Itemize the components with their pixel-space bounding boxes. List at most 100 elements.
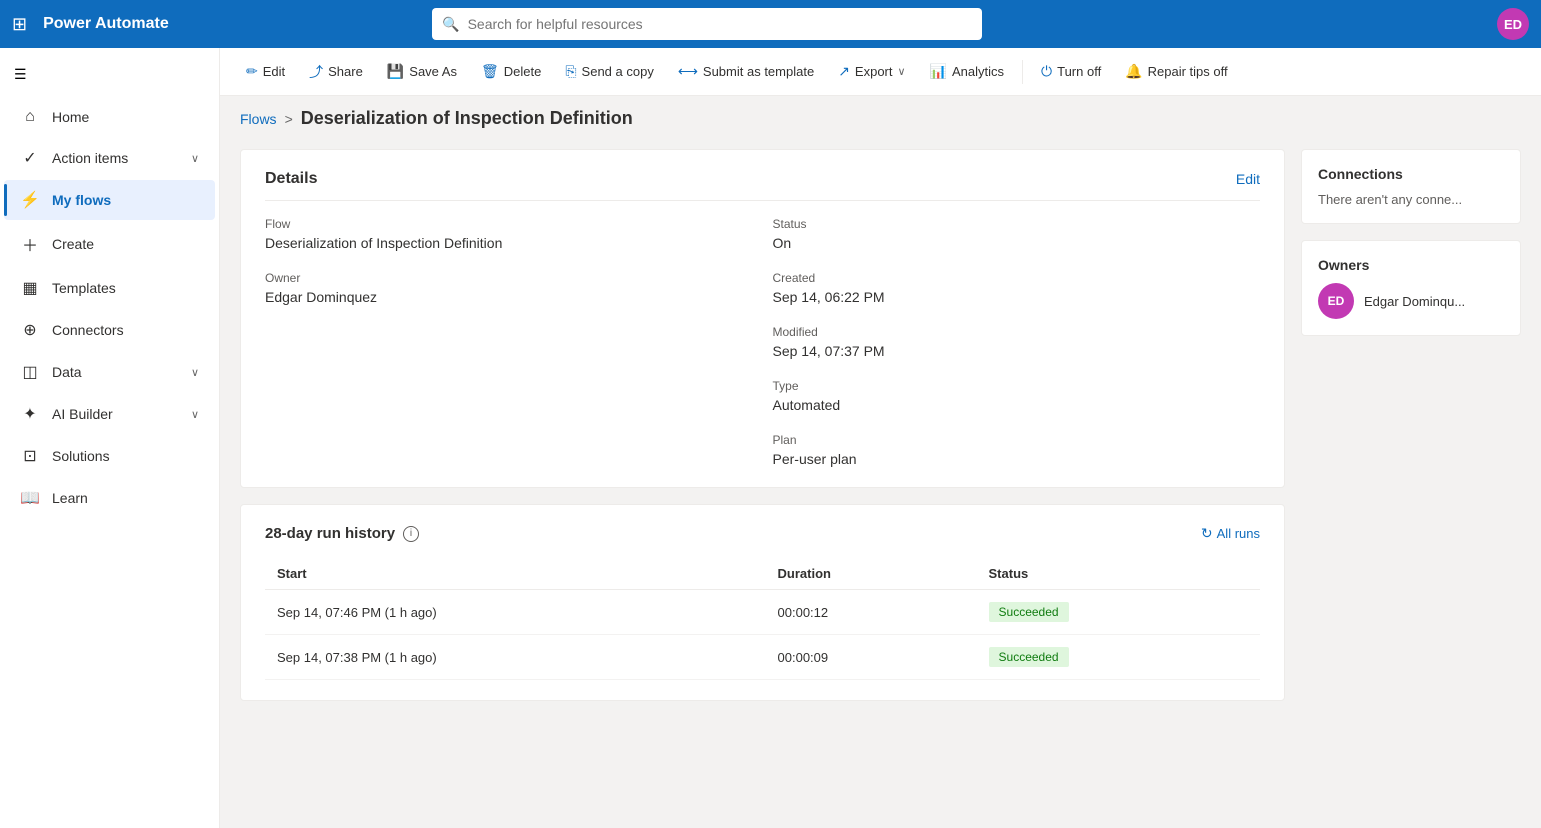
flow-value: Deserialization of Inspection Definition	[265, 235, 753, 251]
details-card-title: Details	[265, 170, 317, 188]
sidebar-item-action-items[interactable]: ✓ Action items ∨	[4, 138, 215, 178]
export-dropdown-icon: ∨	[898, 65, 906, 78]
hamburger-icon: ☰	[14, 66, 27, 83]
topbar: ⊞ Power Automate 🔍 ED	[0, 0, 1541, 48]
sidebar-item-connectors[interactable]: ⊕ Connectors	[4, 310, 215, 350]
details-grid: Flow Deserialization of Inspection Defin…	[265, 217, 1260, 467]
detail-spacer2	[265, 379, 753, 413]
waffle-icon[interactable]: ⊞	[12, 14, 27, 35]
sidebar-item-data[interactable]: ◫ Data ∨	[4, 352, 215, 392]
details-edit-link[interactable]: Edit	[1236, 171, 1260, 187]
chevron-down-icon: ∨	[191, 408, 199, 421]
ai-builder-icon: ✦	[20, 404, 40, 424]
delete-label: Delete	[504, 64, 542, 79]
turn-off-label: Turn off	[1057, 64, 1101, 79]
sidebar-item-label: Connectors	[52, 322, 124, 338]
detail-created: Created Sep 14, 06:22 PM	[773, 271, 1261, 305]
export-icon: ↗	[838, 63, 850, 80]
owner-label: Owner	[265, 271, 753, 285]
run-table: Start Duration Status Sep 14, 07:46 PM (…	[265, 558, 1260, 680]
sidebar-item-ai-builder[interactable]: ✦ AI Builder ∨	[4, 394, 215, 434]
run-history-card: 28-day run history i ↻ All runs Start Du…	[240, 504, 1285, 701]
sidebar-item-learn[interactable]: 📖 Learn	[4, 478, 215, 518]
my-flows-icon: ⚡	[20, 190, 40, 210]
breadcrumb-parent[interactable]: Flows	[240, 111, 277, 127]
search-bar[interactable]: 🔍	[432, 8, 982, 40]
repair-tips-label: Repair tips off	[1148, 64, 1228, 79]
table-row[interactable]: Sep 14, 07:38 PM (1 h ago) 00:00:09 Succ…	[265, 635, 1260, 680]
edit-button[interactable]: ✏ Edit	[236, 57, 295, 86]
analytics-icon: 📊	[930, 63, 947, 80]
owners-title: Owners	[1318, 257, 1504, 273]
owner-name: Edgar Dominqu...	[1364, 294, 1465, 309]
breadcrumb-separator: >	[285, 111, 293, 127]
solutions-icon: ⊡	[20, 446, 40, 466]
edit-label: Edit	[263, 64, 285, 79]
table-header-row: Start Duration Status	[265, 558, 1260, 590]
sidebar: ☰ ⌂ Home ✓ Action items ∨ ⚡ My flows ＋ C…	[0, 48, 220, 828]
repair-tips-button[interactable]: 🔔 Repair tips off	[1115, 57, 1237, 86]
sidebar-item-label: My flows	[52, 192, 111, 208]
send-copy-icon: ⎘	[565, 63, 576, 80]
connections-empty: There aren't any conne...	[1318, 192, 1504, 207]
main-layout: ☰ ⌂ Home ✓ Action items ∨ ⚡ My flows ＋ C…	[0, 48, 1541, 828]
save-as-button[interactable]: 💾 Save As	[377, 57, 467, 86]
status-badge: Succeeded	[989, 602, 1069, 622]
avatar[interactable]: ED	[1497, 8, 1529, 40]
sidebar-item-label: Create	[52, 236, 94, 252]
info-icon[interactable]: i	[403, 526, 419, 542]
details-card: Details Edit Flow Deserialization of Ins…	[240, 149, 1285, 488]
owners-card: Owners ED Edgar Dominqu...	[1301, 240, 1521, 336]
sidebar-item-home[interactable]: ⌂ Home	[4, 98, 215, 136]
app-title: Power Automate	[43, 15, 169, 33]
owner-avatar: ED	[1318, 283, 1354, 319]
sidebar-item-templates[interactable]: ▦ Templates	[4, 268, 215, 308]
action-items-icon: ✓	[20, 148, 40, 168]
col-status: Status	[977, 558, 1260, 590]
sidebar-item-create[interactable]: ＋ Create	[4, 222, 215, 266]
detail-status: Status On	[773, 217, 1261, 251]
detail-spacer	[265, 325, 753, 359]
data-icon: ◫	[20, 362, 40, 382]
sidebar-item-label: Data	[52, 364, 82, 380]
repair-tips-icon: 🔔	[1125, 63, 1142, 80]
chevron-down-icon: ∨	[191, 152, 199, 165]
share-button[interactable]: ⤴ Share	[299, 56, 373, 88]
submit-template-button[interactable]: ⟷ Submit as template	[668, 57, 824, 86]
analytics-button[interactable]: 📊 Analytics	[920, 57, 1014, 86]
hamburger-button[interactable]: ☰	[0, 56, 219, 93]
all-runs-refresh-icon: ↻	[1201, 525, 1213, 542]
run-status: Succeeded	[977, 635, 1260, 680]
breadcrumb: Flows > Deserialization of Inspection De…	[220, 96, 1541, 133]
status-label: Status	[773, 217, 1261, 231]
run-start: Sep 14, 07:38 PM (1 h ago)	[265, 635, 766, 680]
content-area: ✏ Edit ⤴ Share 💾 Save As 🗑 Delete ⎘ Send…	[220, 48, 1541, 828]
export-button[interactable]: ↗ Export ∨	[828, 57, 915, 86]
sidebar-item-label: Action items	[52, 150, 128, 166]
toolbar-divider	[1022, 60, 1023, 84]
sidebar-item-my-flows[interactable]: ⚡ My flows	[4, 180, 215, 220]
delete-icon: 🗑	[481, 63, 499, 80]
sidebar-item-label: Templates	[52, 280, 116, 296]
status-value: On	[773, 235, 1261, 251]
submit-template-icon: ⟷	[678, 63, 698, 80]
sidebar-item-solutions[interactable]: ⊡ Solutions	[4, 436, 215, 476]
run-duration: 00:00:12	[766, 590, 977, 635]
owner-value: Edgar Dominquez	[265, 289, 753, 305]
send-copy-button[interactable]: ⎘ Send a copy	[555, 57, 663, 86]
run-history-title: 28-day run history	[265, 525, 395, 542]
all-runs-link[interactable]: ↻ All runs	[1201, 525, 1260, 542]
search-input[interactable]	[468, 16, 973, 32]
table-row[interactable]: Sep 14, 07:46 PM (1 h ago) 00:00:12 Succ…	[265, 590, 1260, 635]
delete-button[interactable]: 🗑 Delete	[471, 57, 551, 86]
save-as-label: Save As	[409, 64, 457, 79]
turn-off-button[interactable]: ⏻ Turn off	[1031, 57, 1111, 86]
detail-type: Type Automated	[773, 379, 1261, 413]
export-label: Export	[855, 64, 893, 79]
detail-flow: Flow Deserialization of Inspection Defin…	[265, 217, 753, 251]
sidebar-item-label: Home	[52, 109, 89, 125]
detail-owner: Owner Edgar Dominquez	[265, 271, 753, 305]
main-panel: Details Edit Flow Deserialization of Ins…	[240, 149, 1285, 812]
sidebar-item-label: AI Builder	[52, 406, 113, 422]
col-duration: Duration	[766, 558, 977, 590]
